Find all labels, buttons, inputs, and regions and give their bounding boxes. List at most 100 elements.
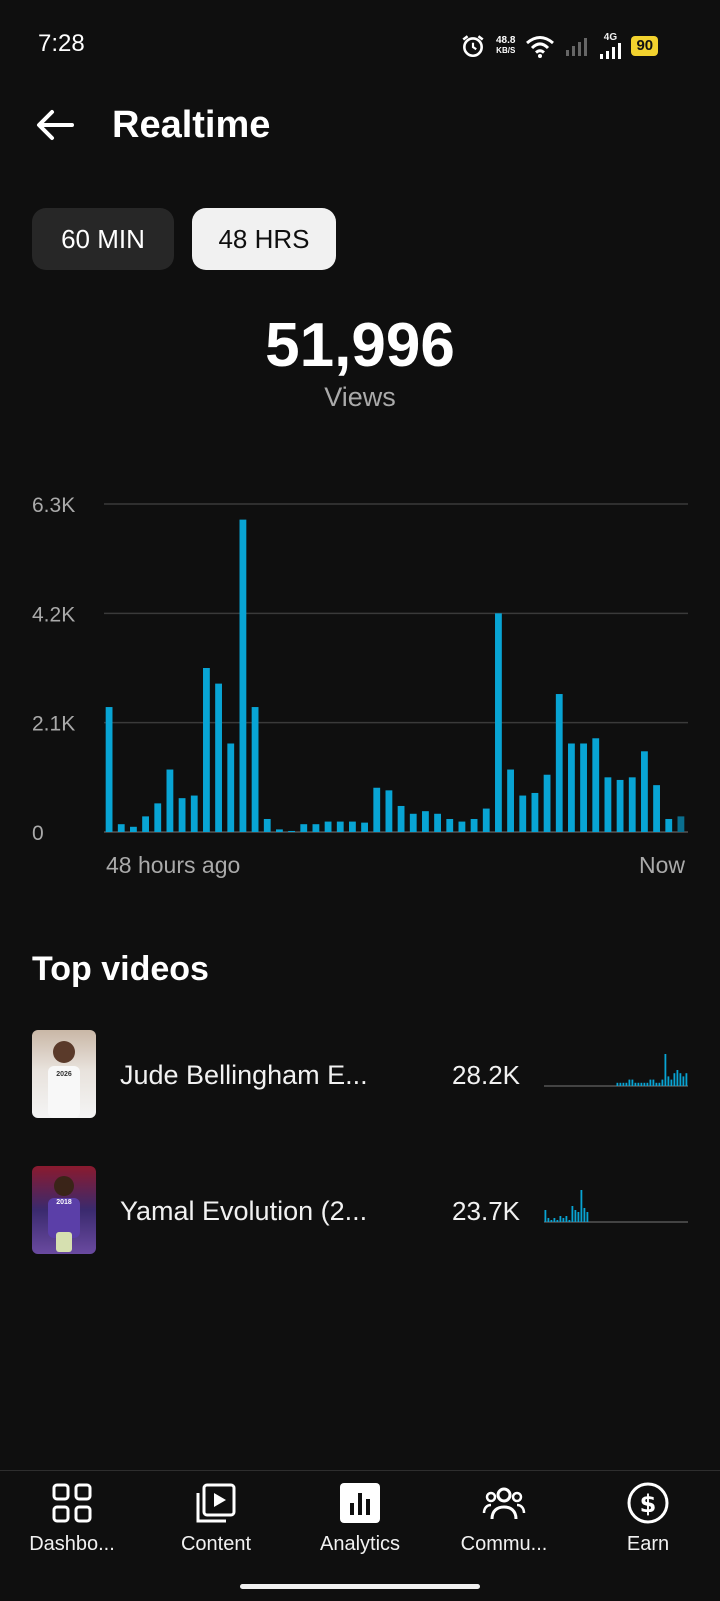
total-views-label: Views: [324, 382, 396, 412]
chart-bar[interactable]: [239, 519, 247, 832]
top-video-row[interactable]: 2018 Yamal Evolution (2... 23.7K: [0, 1166, 720, 1262]
sparkline-bar: [562, 1218, 565, 1222]
chart-bar[interactable]: [495, 613, 502, 832]
chart-bar[interactable]: [300, 824, 308, 832]
nav-label: Dashbo...: [29, 1533, 115, 1555]
video-title: Yamal Evolution (2...: [120, 1196, 368, 1226]
sparkline-bar: [577, 1212, 580, 1222]
chart-bar[interactable]: [373, 787, 381, 832]
chart-bar[interactable]: [397, 805, 405, 832]
x-axis-end-label: Now: [638, 852, 685, 878]
chart-bar[interactable]: [215, 683, 222, 832]
chart-bar[interactable]: [434, 813, 441, 832]
sparkline-bar: [640, 1082, 643, 1086]
sparkline-bar: [634, 1082, 637, 1086]
home-indicator[interactable]: [240, 1584, 480, 1589]
sparkline-bar: [544, 1210, 547, 1222]
sparkline-bar: [685, 1073, 688, 1086]
chart-bar[interactable]: [507, 769, 514, 832]
nav-label: Earn: [626, 1533, 670, 1555]
sparkline-bar: [559, 1216, 562, 1222]
signal-4g: 4G: [599, 32, 622, 59]
nav-earn[interactable]: $ Earn: [576, 1481, 720, 1556]
chart-bar[interactable]: [190, 795, 198, 832]
chart-bar[interactable]: [641, 751, 648, 832]
back-button[interactable]: [30, 100, 80, 150]
chart-bar[interactable]: [263, 818, 271, 832]
chart-bar[interactable]: [178, 798, 186, 832]
sparkline-bar: [568, 1220, 571, 1222]
nav-content[interactable]: Content: [144, 1481, 288, 1556]
net-speed: 48.8 KB/S: [496, 36, 515, 56]
video-thumbnail: 2018: [32, 1166, 96, 1254]
sparkline-bar: [652, 1079, 655, 1086]
video-thumbnail: 2026: [32, 1030, 96, 1118]
sparkline-bar: [664, 1054, 667, 1086]
chart-bar[interactable]: [665, 818, 673, 832]
chart-bar[interactable]: [470, 818, 478, 832]
chart-bar[interactable]: [251, 707, 259, 832]
chart-bar[interactable]: [628, 777, 636, 832]
top-videos-heading: Top videos: [32, 950, 209, 988]
chart-bar[interactable]: [324, 821, 332, 832]
chart-bar[interactable]: [446, 818, 454, 832]
tab-48-hrs[interactable]: 48 HRS: [192, 208, 336, 270]
dollar-icon: $: [627, 1482, 669, 1524]
sparkline-bar: [571, 1206, 574, 1222]
chart-bar[interactable]: [203, 668, 210, 832]
sparkline-bar: [553, 1218, 556, 1222]
chart-bar[interactable]: [142, 816, 149, 832]
nav-dashboard[interactable]: Dashbo...: [0, 1481, 144, 1556]
chart-bar[interactable]: [519, 795, 527, 832]
chart-bar[interactable]: [117, 824, 125, 832]
chart-bar[interactable]: [592, 738, 600, 832]
nav-community[interactable]: Commu...: [432, 1481, 576, 1556]
network-type: 4G: [603, 32, 618, 43]
chart-bar[interactable]: [543, 774, 551, 832]
sparkline-bar: [679, 1073, 682, 1086]
sparkline-bar: [616, 1082, 619, 1086]
community-people-icon: [482, 1487, 526, 1520]
chart-bar[interactable]: [555, 694, 563, 832]
chart-bar[interactable]: [482, 808, 490, 832]
chart-bar[interactable]: [130, 826, 137, 832]
nav-analytics[interactable]: Analytics: [288, 1481, 432, 1556]
arrow-left-icon: [37, 110, 74, 140]
chart-bar[interactable]: [105, 707, 113, 832]
top-video-row[interactable]: 2026 Jude Bellingham E... 28.2K: [0, 1030, 720, 1126]
chart-grid: 6.3K 4.2K 2.1K 0: [32, 494, 688, 840]
chart-bar[interactable]: [568, 743, 575, 832]
net-speed-unit: KB/S: [496, 46, 516, 55]
tab-60-min[interactable]: 60 MIN: [32, 208, 174, 270]
chart-bar[interactable]: [580, 743, 587, 832]
chart-bar[interactable]: [409, 813, 417, 832]
chart-bars: [105, 519, 685, 832]
chart-bar[interactable]: [458, 821, 466, 832]
chart-bar[interactable]: [653, 785, 660, 832]
chart-bar[interactable]: [288, 830, 295, 832]
signal-4g-icon: [600, 43, 622, 59]
chart-bar[interactable]: [166, 769, 174, 832]
chart-bar[interactable]: [312, 824, 320, 832]
chart-bar[interactable]: [616, 779, 624, 832]
chart-bar[interactable]: [604, 777, 612, 832]
chart-bar[interactable]: [422, 811, 429, 832]
sparkline-bar: [583, 1208, 586, 1222]
nav-label: Commu...: [460, 1533, 548, 1555]
chart-bar[interactable]: [276, 829, 283, 832]
sparkline-bar: [667, 1076, 670, 1086]
chart-bar[interactable]: [336, 821, 344, 832]
video-title: Jude Bellingham E...: [120, 1060, 368, 1090]
sparkline-bar: [625, 1082, 628, 1086]
chart-bar[interactable]: [154, 803, 162, 832]
y-tick-label: 6.3K: [32, 494, 75, 517]
chart-bar[interactable]: [385, 790, 393, 832]
chart-bar[interactable]: [349, 821, 356, 832]
sparkline-bar: [682, 1076, 685, 1086]
y-tick-label: 2.1K: [32, 713, 75, 736]
chart-bar[interactable]: [531, 792, 539, 832]
chart-bar[interactable]: [227, 743, 235, 832]
chart-bar[interactable]: [677, 816, 685, 832]
sparkline-bar: [565, 1216, 568, 1222]
chart-bar[interactable]: [361, 822, 368, 832]
